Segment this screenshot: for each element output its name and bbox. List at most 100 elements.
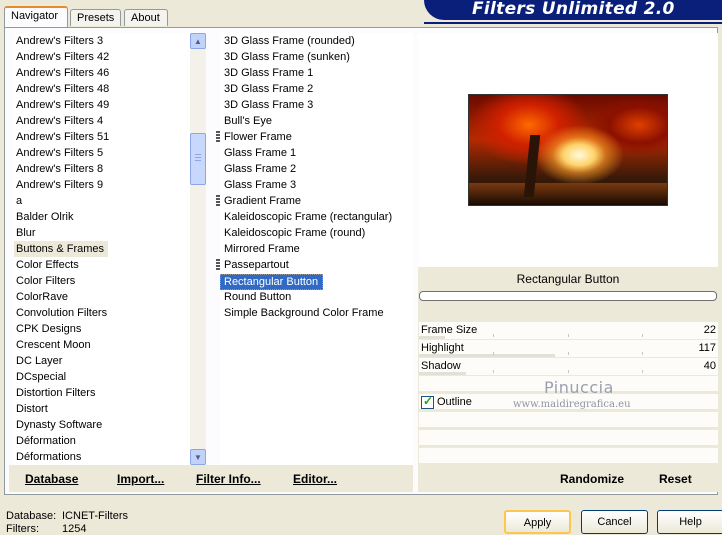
control-shadow[interactable]: Shadow 40 — [419, 358, 718, 375]
category-item[interactable]: DCspecial — [14, 369, 70, 385]
scroll-up-button[interactable]: ▲ — [190, 33, 206, 49]
filter-item[interactable]: 3D Glass Frame 2 — [220, 81, 317, 97]
category-item[interactable]: Convolution Filters — [14, 305, 111, 321]
control-value: 117 — [698, 342, 716, 354]
filter-item[interactable]: Bull's Eye — [220, 113, 276, 129]
slider-tick — [493, 370, 494, 373]
category-item[interactable]: Andrew's Filters 49 — [14, 97, 113, 113]
filter-item[interactable]: Glass Frame 3 — [220, 177, 300, 193]
filter-item[interactable]: Simple Background Color Frame — [220, 305, 388, 321]
banner-underline — [424, 22, 722, 24]
editor-button[interactable]: Editor... — [293, 472, 337, 486]
filter-item[interactable]: Gradient Frame — [220, 193, 305, 209]
category-item[interactable]: Andrew's Filters 8 — [14, 161, 107, 177]
filter-item[interactable]: 3D Glass Frame (sunken) — [220, 49, 354, 65]
slider-fill — [419, 354, 555, 357]
category-item[interactable]: Balder Olrik — [14, 209, 77, 225]
database-label: Database: — [6, 510, 57, 522]
outline-checkbox[interactable] — [421, 394, 434, 409]
slider-tick — [642, 334, 643, 337]
category-item[interactable]: a — [14, 193, 26, 209]
watermark-name: Pinuccia — [544, 378, 614, 397]
slider-tick — [568, 352, 569, 355]
apply-button[interactable]: Apply — [504, 510, 571, 534]
category-item[interactable]: Déformation — [14, 433, 80, 449]
empty-control-row — [419, 448, 718, 463]
category-item[interactable]: Andrew's Filters 4 — [14, 113, 107, 129]
outline-label: Outline — [437, 396, 472, 408]
category-item[interactable]: Andrew's Filters 5 — [14, 145, 107, 161]
category-scrollbar[interactable]: ▲ ▼ — [190, 33, 206, 465]
filters-info: Filters: 1254 — [6, 523, 86, 535]
filter-item[interactable]: Glass Frame 1 — [220, 145, 300, 161]
slider-tick — [493, 352, 494, 355]
filter-item[interactable]: 3D Glass Frame 1 — [220, 65, 317, 81]
help-button[interactable]: Help — [657, 510, 722, 534]
slider-tick — [493, 334, 494, 337]
category-item[interactable]: Andrew's Filters 48 — [14, 81, 113, 97]
filter-item[interactable]: Glass Frame 2 — [220, 161, 300, 177]
filter-item[interactable]: Passepartout — [220, 257, 293, 273]
editor-marker-icon — [216, 195, 220, 206]
category-item[interactable]: Andrew's Filters 51 — [14, 129, 113, 145]
slider-fill — [419, 336, 445, 339]
control-value: 22 — [703, 324, 716, 336]
filter-item[interactable]: Flower Frame — [220, 129, 296, 145]
slider-tick — [568, 334, 569, 337]
control-value: 40 — [703, 360, 716, 372]
tab-presets[interactable]: Presets — [70, 9, 121, 26]
filter-item[interactable]: Round Button — [220, 289, 295, 305]
banner-title: Filters Unlimited 2.0 — [472, 0, 675, 19]
database-button[interactable]: Database — [25, 472, 78, 486]
category-item[interactable]: Buttons & Frames — [14, 241, 109, 257]
control-highlight[interactable]: Highlight 117 — [419, 340, 718, 357]
filter-info-button[interactable]: Filter Info... — [196, 472, 261, 486]
empty-control-row — [419, 412, 718, 427]
cancel-button[interactable]: Cancel — [581, 510, 648, 534]
tab-about[interactable]: About — [124, 9, 168, 26]
category-list[interactable]: Andrew's Filters 3 Andrew's Filters 42 And… — [14, 33, 190, 465]
filter-item[interactable]: Kaleidoscopic Frame (rectangular) — [220, 209, 396, 225]
category-item[interactable]: Crescent Moon — [14, 337, 95, 353]
reset-button[interactable]: Reset — [659, 472, 692, 486]
category-item[interactable]: Blur — [14, 225, 40, 241]
database-info: Database: ICNET-Filters — [6, 510, 128, 522]
scroll-down-button[interactable]: ▼ — [190, 449, 206, 465]
slider-tick — [642, 370, 643, 373]
preview-image — [468, 94, 668, 206]
category-item[interactable]: Color Effects — [14, 257, 83, 273]
category-item[interactable]: Déformations — [14, 449, 85, 465]
category-item[interactable]: Andrew's Filters 3 — [14, 33, 107, 49]
category-item[interactable]: ColorRave — [14, 289, 72, 305]
scroll-thumb[interactable] — [190, 133, 206, 185]
filter-item[interactable]: Kaleidoscopic Frame (round) — [220, 225, 369, 241]
banner: Filters Unlimited 2.0 — [424, 0, 722, 20]
category-item[interactable]: Distortion Filters — [14, 385, 99, 401]
import-button[interactable]: Import... — [117, 472, 164, 486]
filter-item[interactable]: 3D Glass Frame 3 — [220, 97, 317, 113]
slider-tick — [642, 352, 643, 355]
chevron-up-icon: ▲ — [194, 36, 202, 46]
progress-bar — [419, 291, 717, 301]
category-item[interactable]: Color Filters — [14, 273, 79, 289]
category-item[interactable]: Andrew's Filters 9 — [14, 177, 107, 193]
list-toolbar: Database Import... Filter Info... Editor… — [9, 465, 413, 492]
filter-item[interactable]: 3D Glass Frame (rounded) — [220, 33, 359, 49]
category-item[interactable]: Andrew's Filters 46 — [14, 65, 113, 81]
category-item[interactable]: CPK Designs — [14, 321, 85, 337]
control-label: Frame Size — [421, 324, 478, 336]
chevron-down-icon: ▼ — [194, 452, 202, 462]
tab-navigator[interactable]: Navigator — [4, 6, 68, 27]
database-value: ICNET-Filters — [62, 510, 128, 522]
category-item[interactable]: Andrew's Filters 42 — [14, 49, 113, 65]
filters-value: 1254 — [62, 523, 87, 535]
category-item[interactable]: Distort — [14, 401, 52, 417]
control-frame-size[interactable]: Frame Size 22 — [419, 322, 718, 339]
category-item[interactable]: DC Layer — [14, 353, 66, 369]
filter-list[interactable]: 3D Glass Frame (rounded) 3D Glass Frame (… — [220, 33, 413, 465]
category-item[interactable]: Dynasty Software — [14, 417, 106, 433]
empty-control-row — [419, 430, 718, 445]
randomize-button[interactable]: Randomize — [560, 472, 624, 486]
filter-item[interactable]: Mirrored Frame — [220, 241, 304, 257]
filter-item[interactable]: Rectangular Button — [220, 274, 324, 290]
